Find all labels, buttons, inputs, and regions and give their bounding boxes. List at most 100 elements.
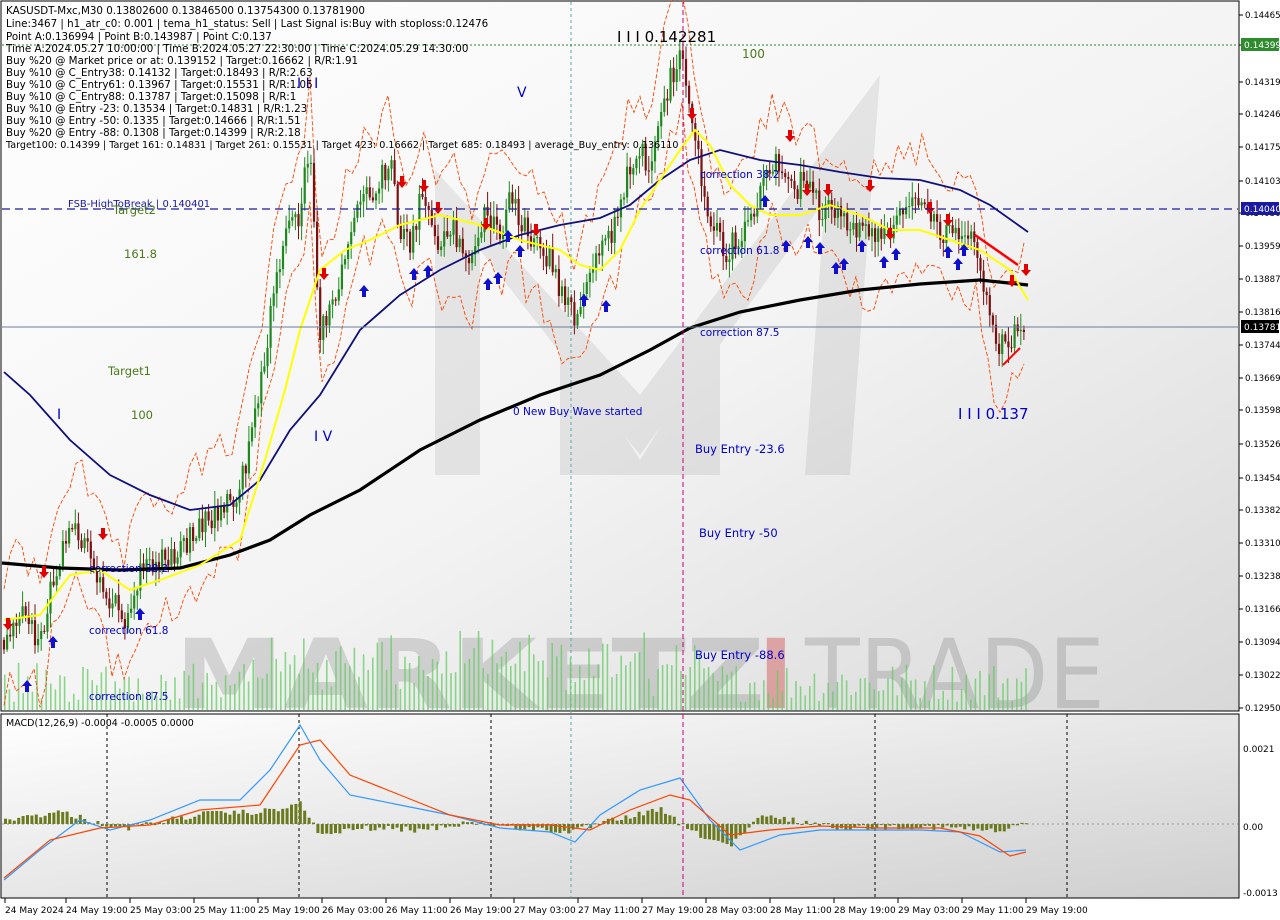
volume-bar (565, 689, 567, 710)
candle-bull (480, 232, 483, 238)
volume-bar (901, 678, 903, 710)
candle-bull (669, 67, 672, 101)
candle-bull (133, 595, 136, 609)
volume-bar (275, 658, 277, 710)
candle-bear (784, 173, 787, 178)
price-axis[interactable]: 0.144650.143910.143190.142460.141750.141… (1239, 11, 1280, 714)
macd-histogram-bar (202, 811, 205, 824)
time-axis-label: 24 May 19:00 (66, 906, 128, 916)
candle-bull (452, 220, 455, 235)
candle-bear (951, 225, 954, 234)
macd-histogram-bar (325, 824, 329, 834)
macd-histogram-bar (360, 824, 364, 829)
macd-histogram-bar (21, 816, 25, 824)
volume-bar (717, 680, 719, 710)
candle-bear (802, 171, 805, 181)
candle-bear (64, 541, 68, 544)
macd-histogram-bar (637, 811, 641, 824)
correction-label: correction 61.8 (89, 625, 168, 637)
candle-bear (647, 170, 650, 172)
candle-bull (130, 608, 133, 613)
volume-bar (372, 657, 374, 710)
macd-histogram-bar (246, 813, 249, 824)
volume-bar (385, 670, 388, 710)
candle-bear (455, 220, 458, 248)
candle-bear (709, 216, 712, 227)
fib-161-label: 161.8 (124, 247, 157, 261)
macd-histogram-bar (105, 824, 109, 827)
volume-bar (312, 672, 314, 710)
candle-bull (74, 523, 77, 530)
macd-histogram-bar (373, 824, 377, 831)
candle-bear (796, 189, 799, 200)
candle-bull (322, 316, 325, 340)
candle-bull (505, 209, 508, 232)
candle-bear (2, 640, 6, 650)
candle-bull (21, 606, 24, 617)
candle-bull (728, 259, 731, 263)
volume-bar (514, 663, 517, 710)
time-axis-label: 28 May 11:00 (770, 906, 832, 916)
candle-bull (622, 197, 626, 200)
volume-bar (924, 681, 926, 710)
macd-histogram-bar (232, 810, 236, 824)
candle-bull (6, 634, 9, 650)
candle-bull (257, 403, 260, 409)
header-line: Line:3467 | h1_atr_c0: 0.001 | tema_h1_s… (6, 18, 488, 30)
candle-bull (864, 224, 867, 226)
candle-bear (229, 494, 232, 501)
candle-bull (567, 297, 570, 306)
candle-bear (994, 324, 998, 344)
macd-histogram-bar (307, 817, 311, 824)
candle-bear (942, 239, 945, 243)
volume-bar (349, 665, 351, 710)
time-axis-label: 28 May 03:00 (706, 906, 768, 916)
volume-bar (454, 672, 457, 710)
candle-bull (508, 192, 511, 210)
trading-chart[interactable]: MARKETZ I TRADE KASUSDT-Mxc,M30 0.138026… (0, 0, 1280, 920)
macd-histogram-bar (1020, 822, 1024, 824)
volume-bar (841, 674, 843, 710)
volume-bar (63, 676, 66, 710)
macd-histogram-bar (4, 818, 7, 824)
candle-bear (446, 231, 449, 237)
volume-bar (307, 668, 310, 710)
macd-histogram-bar (857, 824, 861, 826)
candle-bull (241, 465, 244, 490)
candle-bull (61, 541, 64, 567)
volume-bar (845, 680, 848, 710)
candle-bull (554, 269, 557, 273)
volume-bar (758, 700, 760, 710)
volume-bar (270, 637, 273, 710)
macd-histogram-bar (800, 824, 804, 825)
candle-bull (188, 527, 192, 553)
macd-histogram-bar (892, 824, 896, 825)
volume-bar (487, 673, 489, 710)
candle-bear (216, 506, 219, 521)
macd-histogram-bar (888, 824, 892, 826)
candle-bull (827, 200, 830, 205)
macd-histogram-bar (708, 824, 711, 840)
volume-bar (220, 697, 222, 710)
macd-histogram-bar (862, 824, 865, 826)
candle-bear (979, 257, 982, 271)
volume-bar (224, 675, 227, 710)
candle-bull (266, 347, 269, 367)
volume-bar (105, 666, 107, 710)
macd-histogram-bar (624, 815, 628, 824)
volume-bar (491, 639, 494, 710)
candle-bull (337, 289, 340, 301)
candle-bear (511, 192, 514, 204)
volume-bar (54, 689, 57, 710)
volume-bar (942, 690, 944, 710)
volume-bar (321, 689, 323, 710)
volume-bar (344, 663, 346, 710)
macd-histogram-bar (470, 822, 474, 824)
buy-entry-label: Buy Entry -23.6 (695, 442, 785, 456)
macd-histogram-bar (466, 822, 469, 824)
macd-histogram-bar (175, 818, 179, 824)
volume-bar (441, 673, 443, 710)
candle-bull (291, 217, 294, 221)
candle-bear (557, 269, 560, 297)
wave-label: I (57, 407, 61, 423)
